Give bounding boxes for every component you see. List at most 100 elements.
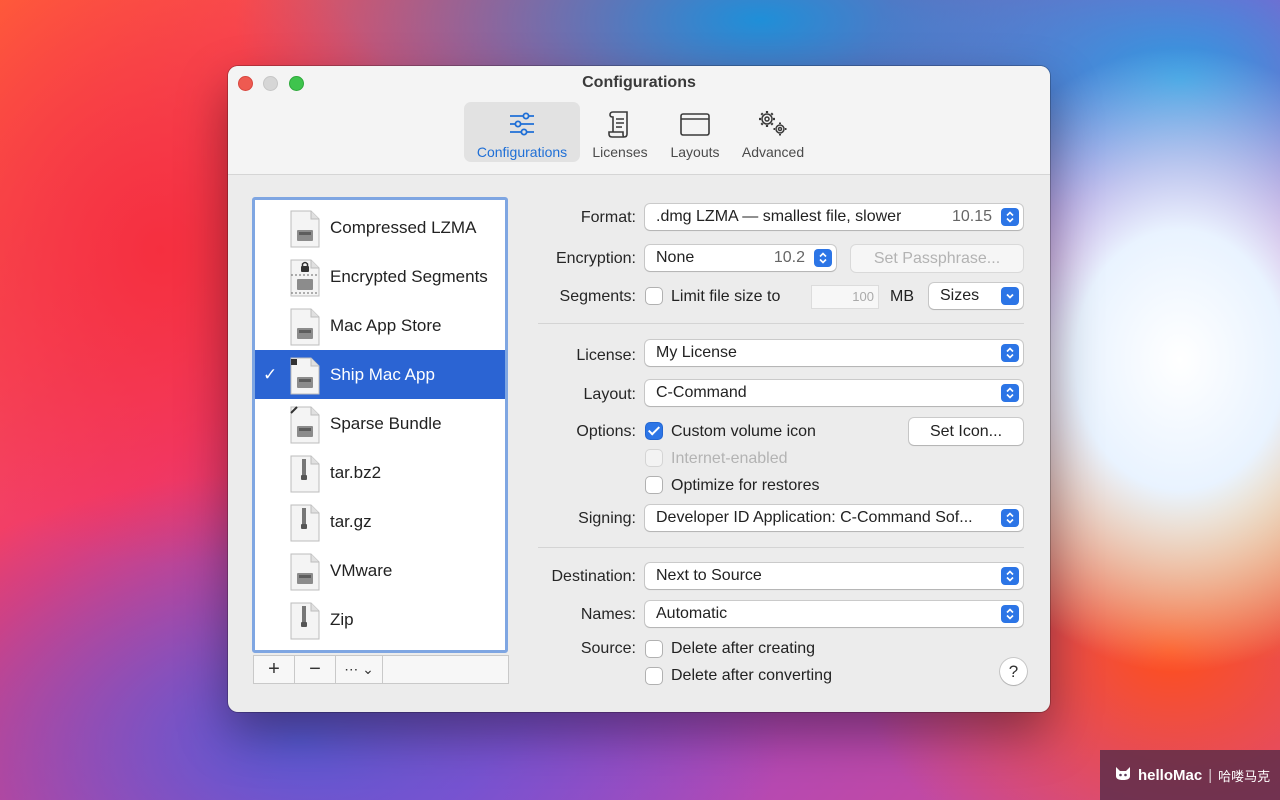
format-popup[interactable]: .dmg LZMA — smallest file, slower 10.15 bbox=[645, 204, 1023, 230]
separator bbox=[538, 547, 1024, 548]
more-actions-button[interactable]: ⋯ ⌄ bbox=[336, 656, 383, 683]
list-item-label: Sparse Bundle bbox=[330, 413, 442, 433]
popup-arrows-icon bbox=[1001, 567, 1019, 585]
checkmark-icon: ✓ bbox=[263, 364, 278, 384]
optimize-restores-label: Optimize for restores bbox=[671, 477, 820, 494]
sparse-bundle-icon bbox=[289, 406, 321, 449]
popup-arrows-icon bbox=[1001, 605, 1019, 623]
delete-after-converting-checkbox[interactable] bbox=[646, 668, 662, 684]
delete-after-creating-checkbox[interactable] bbox=[646, 641, 662, 657]
encryption-popup[interactable]: None 10.2 bbox=[645, 245, 836, 271]
layout-popup[interactable]: C-Command bbox=[645, 380, 1023, 406]
encrypted-disk-image-icon bbox=[289, 259, 321, 302]
list-item-label: Zip bbox=[330, 609, 354, 629]
sizes-value: Sizes bbox=[940, 287, 980, 304]
popup-arrows-icon bbox=[1001, 344, 1019, 362]
set-passphrase-button[interactable]: Set Passphrase... bbox=[851, 245, 1023, 272]
popup-arrows-icon bbox=[1001, 208, 1019, 226]
archive-icon bbox=[289, 602, 321, 645]
disk-image-icon bbox=[289, 357, 321, 400]
layout-label: Layout: bbox=[583, 386, 636, 403]
signing-label: Signing: bbox=[578, 510, 636, 527]
watermark-separator: | bbox=[1208, 766, 1213, 784]
watermark-brand: helloMac bbox=[1138, 766, 1203, 784]
watermark: helloMac | 哈喽马克 bbox=[1100, 750, 1280, 800]
file-size-field[interactable]: 100 bbox=[811, 285, 879, 309]
popup-arrows-icon bbox=[1001, 384, 1019, 402]
sizes-popup[interactable]: Sizes bbox=[929, 283, 1023, 309]
tab-advanced[interactable]: Advanced bbox=[736, 102, 810, 162]
destination-popup[interactable]: Next to Source bbox=[645, 563, 1023, 589]
tab-configurations-label: Configurations bbox=[476, 144, 568, 160]
set-icon-button[interactable]: Set Icon... bbox=[909, 418, 1023, 445]
tab-licenses[interactable]: Licenses bbox=[586, 102, 654, 162]
names-label: Names: bbox=[580, 606, 636, 623]
internet-enabled-label: Internet-enabled bbox=[671, 450, 788, 467]
list-item-label: tar.bz2 bbox=[330, 462, 382, 482]
help-button[interactable]: ? bbox=[1000, 658, 1027, 685]
options-label: Options: bbox=[576, 423, 636, 440]
tab-layouts[interactable]: Layouts bbox=[664, 102, 726, 162]
encryption-label: Encryption: bbox=[555, 250, 636, 267]
archive-icon bbox=[289, 504, 321, 547]
format-label: Format: bbox=[580, 209, 636, 226]
optimize-restores-checkbox[interactable] bbox=[646, 477, 662, 493]
license-popup[interactable]: My License bbox=[645, 340, 1023, 366]
configurations-window: Configurations Configurations Licenses L… bbox=[228, 66, 1050, 712]
gears-icon bbox=[755, 108, 791, 140]
popup-arrows-icon bbox=[814, 249, 832, 267]
tab-configurations[interactable]: Configurations bbox=[464, 102, 580, 162]
destination-label: Destination: bbox=[551, 568, 637, 585]
names-popup[interactable]: Automatic bbox=[645, 601, 1023, 627]
tab-advanced-label: Advanced bbox=[741, 144, 805, 160]
window-title: Configurations bbox=[582, 74, 696, 91]
add-configuration-button[interactable]: + bbox=[254, 656, 295, 683]
delete-after-converting-label: Delete after converting bbox=[671, 667, 832, 684]
tab-licenses-label: Licenses bbox=[592, 144, 648, 160]
list-item-label: tar.gz bbox=[330, 511, 372, 531]
window-icon bbox=[679, 108, 711, 140]
sliders-icon bbox=[508, 108, 536, 140]
list-item-label: Compressed LZMA bbox=[330, 217, 477, 237]
encryption-value: None bbox=[656, 249, 695, 266]
list-item[interactable]: tar.bz2 bbox=[255, 448, 505, 497]
internet-enabled-checkbox[interactable] bbox=[646, 450, 662, 466]
chevron-down-icon bbox=[1001, 287, 1019, 305]
separator bbox=[538, 323, 1024, 324]
tab-layouts-label: Layouts bbox=[670, 144, 720, 160]
signing-value: Developer ID Application: C-Command Sof.… bbox=[656, 509, 973, 526]
format-value: .dmg LZMA — smallest file, slower bbox=[656, 208, 902, 225]
names-value: Automatic bbox=[656, 605, 728, 622]
license-value: My License bbox=[656, 344, 737, 361]
file-size-unit: MB bbox=[890, 288, 914, 305]
destination-value: Next to Source bbox=[656, 567, 762, 584]
disk-image-icon bbox=[289, 308, 321, 351]
format-version: 10.15 bbox=[951, 208, 992, 225]
watermark-cn: 哈喽马克 bbox=[1218, 768, 1271, 784]
disk-image-icon bbox=[289, 210, 321, 253]
popup-arrows-icon bbox=[1001, 509, 1019, 527]
title-bar: Configurations Configurations Licenses L… bbox=[228, 66, 1050, 175]
list-item[interactable]: Mac App Store bbox=[255, 301, 505, 350]
remove-configuration-button[interactable]: − bbox=[295, 656, 336, 683]
custom-volume-icon-label: Custom volume icon bbox=[671, 423, 816, 440]
cat-logo-icon bbox=[1114, 765, 1132, 785]
list-item-label: Mac App Store bbox=[330, 315, 442, 335]
list-action-bar: + − ⋯ ⌄ bbox=[253, 655, 509, 684]
list-item-label: VMware bbox=[330, 560, 393, 580]
list-item-label: Ship Mac App bbox=[330, 364, 435, 384]
list-item-label: Encrypted Segments bbox=[330, 266, 488, 286]
delete-after-creating-label: Delete after creating bbox=[671, 640, 816, 657]
archive-icon bbox=[289, 455, 321, 498]
signing-popup[interactable]: Developer ID Application: C-Command Sof.… bbox=[645, 505, 1023, 531]
encryption-version: 10.2 bbox=[773, 249, 805, 266]
layout-value: C-Command bbox=[656, 384, 747, 401]
limit-file-size-checkbox[interactable] bbox=[646, 288, 662, 304]
custom-volume-icon-checkbox[interactable] bbox=[646, 423, 662, 439]
source-label: Source: bbox=[580, 640, 636, 657]
segments-label: Segments: bbox=[559, 288, 636, 305]
limit-file-size-label: Limit file size to bbox=[671, 288, 781, 305]
scroll-icon bbox=[607, 108, 633, 140]
license-label: License: bbox=[576, 347, 636, 364]
disk-image-icon bbox=[289, 553, 321, 596]
